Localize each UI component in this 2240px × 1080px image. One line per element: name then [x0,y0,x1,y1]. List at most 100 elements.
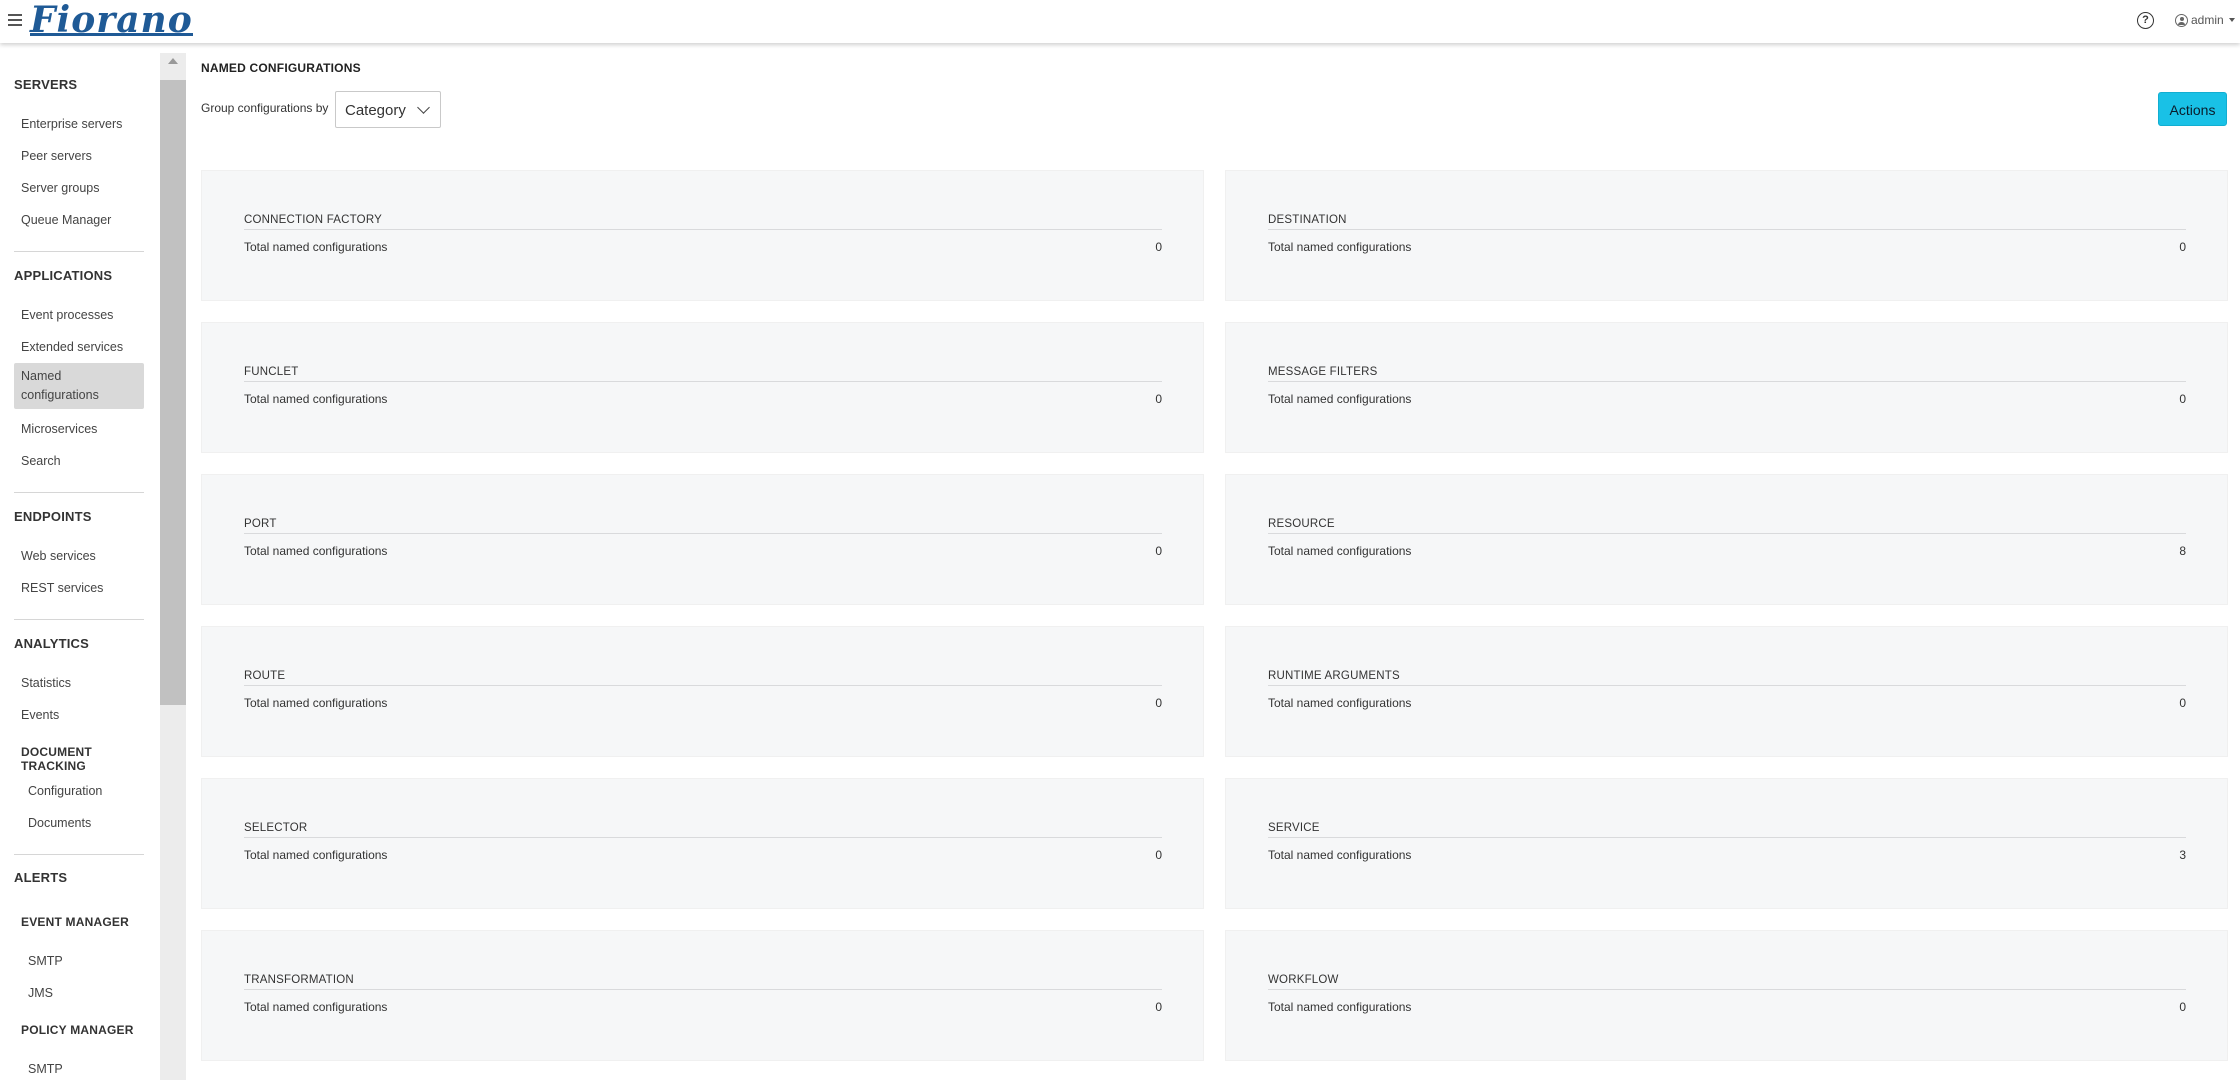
sidebar-item-named-configurations[interactable]: Named configurations [14,363,144,409]
section-analytics: ANALYTICS [14,636,89,651]
card-total-label: Total named configurations [1268,848,1412,862]
card-total-label: Total named configurations [244,696,388,710]
config-card-runtime-arguments[interactable]: RUNTIME ARGUMENTS Total named configurati… [1225,626,2228,757]
card-divider [1268,381,2186,382]
card-total-count: 0 [1155,848,1162,862]
sidebar-item-search[interactable]: Search [14,452,144,471]
section-servers: SERVERS [14,77,78,92]
card-title: TRANSFORMATION [244,974,354,986]
card-total-count: 0 [1155,240,1162,254]
card-divider [244,989,1162,990]
card-divider [1268,989,2186,990]
config-card-funclet[interactable]: FUNCLET Total named configurations 0 [201,322,1204,453]
main-content: NAMED CONFIGURATIONS Group configuration… [201,43,2228,1080]
sidebar-item-em-jms[interactable]: JMS [21,984,151,1003]
card-total-label: Total named configurations [1268,240,1412,254]
sidebar-item-rest-services[interactable]: REST services [14,579,144,598]
card-title: RESOURCE [1268,518,1335,530]
sidebar-item-dt-documents[interactable]: Documents [21,814,151,833]
section-endpoints: ENDPOINTS [14,509,92,524]
scroll-up-arrow-icon[interactable] [168,58,178,64]
config-card-resource[interactable]: RESOURCE Total named configurations 8 [1225,474,2228,605]
sidebar-item-extended-services[interactable]: Extended services [14,338,144,357]
sidebar-item-dt-configuration[interactable]: Configuration [21,782,151,801]
card-total-label: Total named configurations [1268,544,1412,558]
card-total-label: Total named configurations [1268,392,1412,406]
group-by-label: Group configurations by [201,101,329,115]
config-card-port[interactable]: PORT Total named configurations 0 [201,474,1204,605]
scrollbar-thumb[interactable] [160,80,186,705]
card-title: FUNCLET [244,366,299,378]
sidebar: SERVERS Enterprise servers Peer servers … [0,43,158,1080]
sidebar-divider [14,854,144,855]
card-total-label: Total named configurations [244,240,388,254]
top-header: Fiorano ? admin [0,0,2240,43]
card-divider [1268,685,2186,686]
card-divider [244,685,1162,686]
user-name: admin [2191,13,2224,27]
group-by-select[interactable]: Category [335,91,441,128]
card-title: PORT [244,518,277,530]
sidebar-item-event-processes[interactable]: Event processes [14,306,144,325]
sidebar-item-pm-smtp[interactable]: SMTP [21,1060,151,1079]
sidebar-item-server-groups[interactable]: Server groups [14,179,144,198]
subsection-policy-manager: POLICY MANAGER [21,1023,134,1037]
fiorano-logo[interactable]: Fiorano [30,2,193,38]
page-title: NAMED CONFIGURATIONS [201,61,361,75]
sidebar-scrollbar[interactable] [160,53,186,1080]
hamburger-menu-icon[interactable] [8,14,22,26]
config-card-transformation[interactable]: TRANSFORMATION Total named configurations… [201,930,1204,1061]
sidebar-item-queue-manager[interactable]: Queue Manager [14,211,144,230]
card-total-count: 0 [1155,544,1162,558]
card-total-count: 0 [2179,696,2186,710]
caret-down-icon [2228,18,2235,22]
sidebar-divider [14,492,144,493]
card-divider [1268,837,2186,838]
config-card-destination[interactable]: DESTINATION Total named configurations 0 [1225,170,2228,301]
card-total-count: 3 [2179,848,2186,862]
help-icon[interactable]: ? [2137,12,2154,29]
subsection-document-tracking: DOCUMENT TRACKING [21,745,92,773]
sidebar-item-statistics[interactable]: Statistics [14,674,144,693]
config-card-route[interactable]: ROUTE Total named configurations 0 [201,626,1204,757]
subsection-event-manager: EVENT MANAGER [21,915,129,929]
user-icon [2175,13,2188,27]
user-menu[interactable]: admin [2175,13,2235,27]
sidebar-item-enterprise-servers[interactable]: Enterprise servers [14,115,144,134]
card-title: DESTINATION [1268,214,1347,226]
sidebar-item-peer-servers[interactable]: Peer servers [14,147,144,166]
actions-button[interactable]: Actions [2158,92,2227,126]
sidebar-divider [14,619,144,620]
config-card-service[interactable]: SERVICE Total named configurations 3 [1225,778,2228,909]
sidebar-item-events[interactable]: Events [14,706,144,725]
sidebar-item-em-smtp[interactable]: SMTP [21,952,151,971]
card-title: CONNECTION FACTORY [244,214,382,226]
card-total-label: Total named configurations [1268,696,1412,710]
sidebar-divider [14,251,144,252]
card-divider [1268,533,2186,534]
card-total-label: Total named configurations [244,1000,388,1014]
group-by-select-value: Category [345,102,406,119]
card-total-label: Total named configurations [1268,1000,1412,1014]
config-card-message-filters[interactable]: MESSAGE FILTERS Total named configuration… [1225,322,2228,453]
config-card-workflow[interactable]: WORKFLOW Total named configurations 0 [1225,930,2228,1061]
card-total-count: 0 [1155,392,1162,406]
card-title: MESSAGE FILTERS [1268,366,1378,378]
card-title: WORKFLOW [1268,974,1339,986]
config-card-connection-factory[interactable]: CONNECTION FACTORY Total named configurat… [201,170,1204,301]
logo-underline [30,33,193,36]
card-title: SERVICE [1268,822,1320,834]
card-title: RUNTIME ARGUMENTS [1268,670,1400,682]
card-divider [244,381,1162,382]
config-card-selector[interactable]: SELECTOR Total named configurations 0 [201,778,1204,909]
section-applications: APPLICATIONS [14,268,113,283]
card-title: SELECTOR [244,822,308,834]
card-divider [1268,229,2186,230]
sidebar-item-web-services[interactable]: Web services [14,547,144,566]
card-total-count: 0 [2179,392,2186,406]
card-divider [244,533,1162,534]
card-total-count: 0 [1155,1000,1162,1014]
card-total-label: Total named configurations [244,848,388,862]
section-alerts: ALERTS [14,870,68,885]
sidebar-item-microservices[interactable]: Microservices [14,420,144,439]
